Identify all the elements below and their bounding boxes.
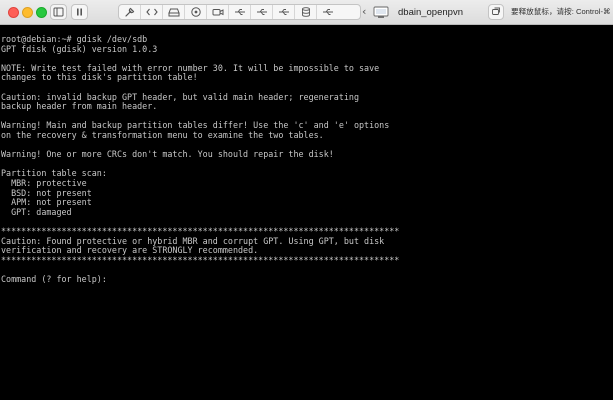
terminal-line: APM: not present [1,197,92,208]
title-bar[interactable]: ‹ dbain_openpvn 要释放鼠标，请按: Control-⌘ [0,0,613,25]
terminal-line: Partition table scan: [1,168,107,179]
sidebar-toggle-button[interactable] [50,4,67,20]
terminal-line: changes to this disk's partition table! [1,72,198,83]
pause-icon [77,8,82,16]
database-button[interactable] [295,5,317,19]
terminal-line: Warning! Main and backup partition table… [1,120,390,131]
vm-window: ‹ dbain_openpvn 要释放鼠标，请按: Control-⌘ root… [0,0,613,400]
terminal-line: BSD: not present [1,187,92,198]
vm-title: dbain_openpvn [398,7,463,18]
database-icon [302,7,310,17]
usb-icon [235,9,245,15]
sidebar-icon [53,7,64,17]
terminal-line: GPT fdisk (gdisk) version 1.0.3 [1,43,158,54]
fullscreen-button[interactable] [36,7,47,18]
terminal-line: backup header from main header. [1,101,158,112]
usb-icon [323,9,333,15]
terminal-line: ****************************************… [1,254,400,265]
terminal-line: verification and recovery are STRONGLY r… [1,245,259,256]
suspend-button[interactable] [71,4,88,20]
usb-button-4[interactable] [317,5,339,19]
usb-icon [279,9,289,15]
mouse-release-hint: 要释放鼠标，请按: Control-⌘ [511,7,611,16]
snapshot-icon [492,7,500,15]
usb-button-1[interactable] [229,5,251,19]
chevron-left-icon[interactable]: ‹ [362,6,366,18]
usb-icon [257,9,267,15]
terminal-line: root@debian:~# gdisk /dev/sdb [1,34,148,44]
terminal-line: ****************************************… [1,226,400,236]
audio-button[interactable] [185,5,207,19]
drive-button[interactable] [163,5,185,19]
terminal-line: NOTE: Write test failed with error numbe… [1,62,380,73]
usb-button-3[interactable] [273,5,295,19]
camera-button[interactable] [207,5,229,19]
close-button[interactable] [8,7,19,18]
terminal-line: Command (? for help): [1,274,107,284]
audio-icon [191,7,201,17]
terminal-line: Caution: Found protective or hybrid MBR … [1,235,385,246]
drive-icon [168,8,180,17]
code-icon [146,8,158,16]
terminal-line: GPT: damaged [1,206,72,217]
camera-icon [212,9,224,16]
terminal-line: MBR: protective [1,178,87,188]
device-toolbar [118,4,361,20]
terminal-line: on the recovery & transformation menu to… [1,130,324,140]
code-button[interactable] [141,5,163,19]
terminal-line: Caution: invalid backup GPT header, but … [1,91,359,102]
wrench-icon [125,7,135,17]
usb-button-2[interactable] [251,5,273,19]
terminal-screen[interactable]: root@debian:~# gdisk /dev/sdb GPT fdisk (… [0,28,613,400]
snapshot-button[interactable] [488,4,504,20]
terminal-line: Warning! One or more CRCs don't match. Y… [1,149,334,160]
settings-button[interactable] [119,5,141,19]
virtual-machine-icon [373,6,389,18]
minimize-button[interactable] [22,7,33,18]
